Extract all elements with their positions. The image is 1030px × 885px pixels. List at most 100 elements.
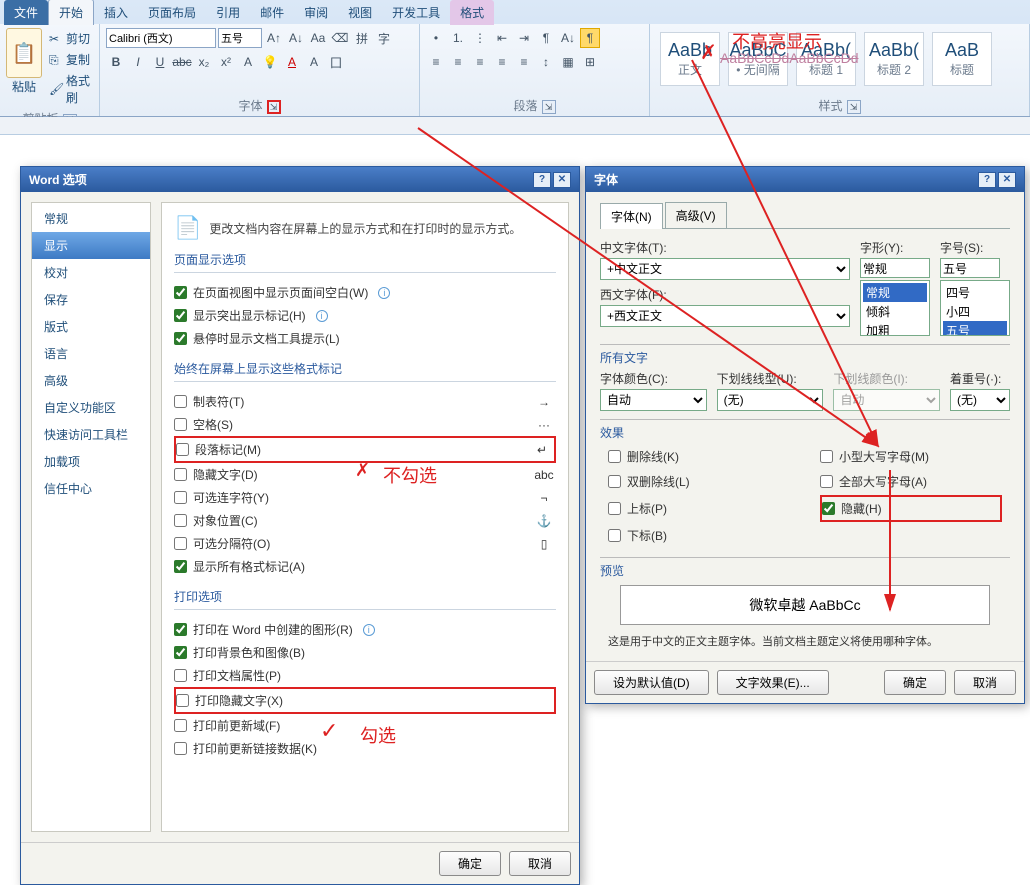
size-list[interactable]: 四号小四五号 xyxy=(940,280,1010,336)
show-marks-icon[interactable]: ¶ xyxy=(580,28,600,48)
checkbox-input[interactable] xyxy=(174,468,187,481)
styles-gallery[interactable]: AaBbCcDdAaBbCcDd AaBb正文AaBbC• 无间隔AaBb(标题… xyxy=(656,28,1023,90)
shading-icon[interactable]: ▦ xyxy=(558,52,578,72)
checkbox-悬停时显示文档工具提示(L)[interactable]: 悬停时显示文档工具提示(L) xyxy=(174,327,556,350)
checkbox-打印前更新链接数据(K)[interactable]: 打印前更新链接数据(K) xyxy=(174,737,556,760)
checkbox-空格(S)[interactable]: 空格(S)··· xyxy=(174,413,556,436)
align-right-icon[interactable]: ≡ xyxy=(470,52,490,72)
tab-format[interactable]: 格式 xyxy=(450,0,494,25)
checkbox-input[interactable] xyxy=(174,418,187,431)
checkbox-input[interactable] xyxy=(174,742,187,755)
checkbox-input[interactable] xyxy=(174,395,187,408)
checkbox-打印在 Word 中创建的图形(R)[interactable]: 打印在 Word 中创建的图形(R)i xyxy=(174,618,556,641)
italic-icon[interactable]: I xyxy=(128,52,148,72)
tab-view[interactable]: 视图 xyxy=(338,0,382,25)
numbering-icon[interactable]: 1. xyxy=(448,28,468,48)
grow-font-icon[interactable]: A↑ xyxy=(264,28,284,48)
tab-layout[interactable]: 页面布局 xyxy=(138,0,206,25)
bold-icon[interactable]: B xyxy=(106,52,126,72)
dec-indent-icon[interactable]: ⇤ xyxy=(492,28,512,48)
style-card[interactable]: AaBb(标题 2 xyxy=(864,32,924,86)
shrink-font-icon[interactable]: A↓ xyxy=(286,28,306,48)
brush-button[interactable]: 🖌格式刷 xyxy=(46,70,93,108)
close-icon[interactable]: ✕ xyxy=(998,172,1016,188)
nav-item[interactable]: 加载项 xyxy=(32,448,150,475)
charshade-icon[interactable]: A xyxy=(304,52,324,72)
fx-checkbox[interactable]: 双删除线(L) xyxy=(608,470,790,493)
close-icon[interactable]: ✕ xyxy=(553,172,571,188)
font-cancel-button[interactable]: 取消 xyxy=(954,670,1016,695)
info-icon[interactable]: i xyxy=(378,287,390,299)
fx-checkbox[interactable]: 全部大写字母(A) xyxy=(820,470,1002,493)
underline-icon[interactable]: U xyxy=(150,52,170,72)
checkbox-input[interactable] xyxy=(174,719,187,732)
checkbox-打印背景色和图像(B)[interactable]: 打印背景色和图像(B) xyxy=(174,641,556,664)
size-option[interactable]: 小四 xyxy=(943,302,1007,321)
fx-checkbox[interactable]: 小型大写字母(M) xyxy=(820,445,1002,468)
size-option[interactable]: 四号 xyxy=(943,283,1007,302)
checkbox-input[interactable] xyxy=(174,669,187,682)
nav-item[interactable]: 版式 xyxy=(32,313,150,340)
sort-icon[interactable]: A↓ xyxy=(558,28,578,48)
tab-dev[interactable]: 开发工具 xyxy=(382,0,450,25)
texteffect-icon[interactable]: A xyxy=(238,52,258,72)
tab-home[interactable]: 开始 xyxy=(48,0,94,25)
font-name-select[interactable] xyxy=(106,28,216,48)
strike-icon[interactable]: abc xyxy=(172,52,192,72)
multilevel-icon[interactable]: ⋮ xyxy=(470,28,490,48)
paste-button[interactable]: 📋 xyxy=(6,28,42,78)
highlight-icon[interactable]: 💡 xyxy=(260,52,280,72)
font-size-select[interactable] xyxy=(218,28,262,48)
style-option[interactable]: 倾斜 xyxy=(863,302,927,321)
fontcolor-icon[interactable]: A xyxy=(282,52,302,72)
checkbox-段落标记(M)[interactable]: 段落标记(M)↵ xyxy=(174,436,556,463)
text-effects-button[interactable]: 文字效果(E)... xyxy=(717,670,829,695)
checkbox-input[interactable] xyxy=(174,537,187,550)
checkbox-input[interactable] xyxy=(176,443,189,456)
bullets-icon[interactable]: • xyxy=(426,28,446,48)
nav-item[interactable]: 信任中心 xyxy=(32,475,150,502)
word-options-titlebar[interactable]: Word 选项 ?✕ xyxy=(21,167,579,192)
checkbox-input[interactable] xyxy=(174,491,187,504)
style-list[interactable]: 常规倾斜加粗 xyxy=(860,280,930,336)
emphasis-select[interactable]: (无) xyxy=(950,389,1010,411)
options-ok-button[interactable]: 确定 xyxy=(439,851,501,876)
para-launcher[interactable]: ⇲ xyxy=(542,100,556,114)
checkbox-可选连字符(Y)[interactable]: 可选连字符(Y)¬ xyxy=(174,486,556,509)
fx-checkbox[interactable]: 下标(B) xyxy=(608,524,790,547)
align-left-icon[interactable]: ≡ xyxy=(426,52,446,72)
tab-insert[interactable]: 插入 xyxy=(94,0,138,25)
checkbox-可选分隔符(O)[interactable]: 可选分隔符(O)▯ xyxy=(174,532,556,555)
ltr-icon[interactable]: ¶ xyxy=(536,28,556,48)
info-icon[interactable]: i xyxy=(316,310,328,322)
style-input[interactable] xyxy=(860,258,930,278)
checkbox-打印隐藏文字(X)[interactable]: 打印隐藏文字(X) xyxy=(174,687,556,714)
inc-indent-icon[interactable]: ⇥ xyxy=(514,28,534,48)
subscript-icon[interactable]: x₂ xyxy=(194,52,214,72)
checkbox-input[interactable] xyxy=(174,514,187,527)
font-dialog-titlebar[interactable]: 字体 ?✕ xyxy=(586,167,1024,192)
nav-item[interactable]: 校对 xyxy=(32,259,150,286)
style-option[interactable]: 加粗 xyxy=(863,321,927,336)
checkbox-input[interactable] xyxy=(174,623,187,636)
change-case-icon[interactable]: Aa xyxy=(308,28,328,48)
checkbox-input[interactable] xyxy=(174,560,187,573)
wfont-select[interactable]: +西文正文 xyxy=(600,305,850,327)
underline-select[interactable]: (无) xyxy=(717,389,824,411)
fontcolor-select[interactable]: 自动 xyxy=(600,389,707,411)
distribute-icon[interactable]: ≡ xyxy=(514,52,534,72)
cnfont-select[interactable]: +中文正文 xyxy=(600,258,850,280)
checkbox-在页面视图中显示页面间空白(W)[interactable]: 在页面视图中显示页面间空白(W)i xyxy=(174,281,556,304)
nav-item[interactable]: 显示 xyxy=(32,232,150,259)
checkbox-隐藏文字(D)[interactable]: 隐藏文字(D)abc xyxy=(174,463,556,486)
checkbox-input[interactable] xyxy=(174,286,187,299)
checkbox-input[interactable] xyxy=(176,694,189,707)
tab-mail[interactable]: 邮件 xyxy=(250,0,294,25)
charborder-icon[interactable]: 囗 xyxy=(326,52,346,72)
borders-icon[interactable]: ⊞ xyxy=(580,52,600,72)
nav-item[interactable]: 语言 xyxy=(32,340,150,367)
fx-checkbox[interactable]: 删除线(K) xyxy=(608,445,790,468)
checkbox-显示突出显示标记(H)[interactable]: 显示突出显示标记(H)i xyxy=(174,304,556,327)
nav-item[interactable]: 自定义功能区 xyxy=(32,394,150,421)
font-launcher[interactable]: ⇲ xyxy=(267,100,281,114)
